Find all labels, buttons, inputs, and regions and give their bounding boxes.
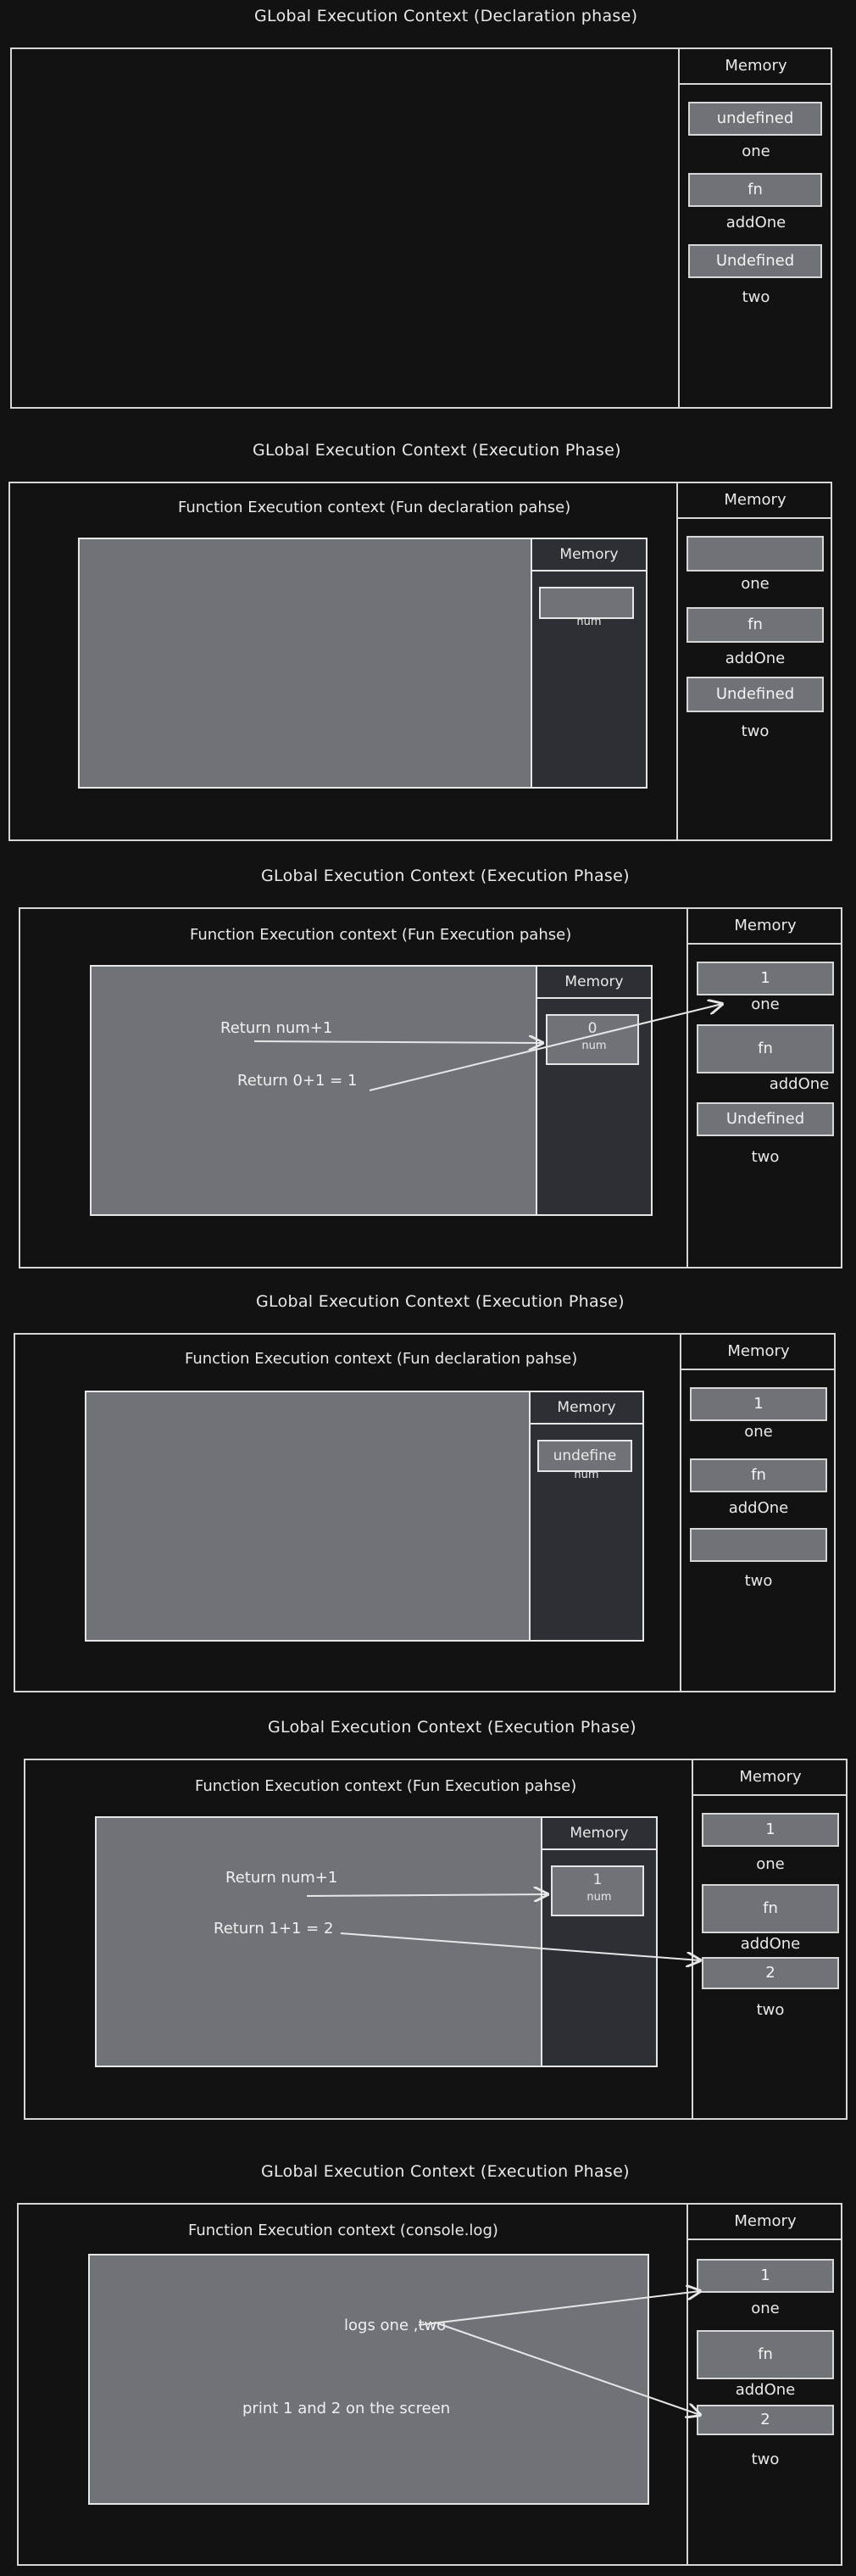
global-slot-addone: fn bbox=[686, 607, 824, 643]
function-label-num: num bbox=[581, 1040, 607, 1052]
function-context-box: Memory 1 num Return num+1 Return 1+1 = 2 bbox=[95, 1816, 658, 2067]
global-slot-one: 1 bbox=[697, 962, 834, 995]
global-memory-column: Memory 1 one fn addOne Undefined two bbox=[686, 909, 842, 1267]
return-result-note: Return 1+1 = 2 bbox=[214, 1920, 334, 1938]
global-label-two: two bbox=[741, 722, 770, 740]
global-slot-addone: fn bbox=[688, 173, 822, 207]
function-context-box: Memory num bbox=[78, 538, 648, 789]
function-context-title: Function Execution context (console.log) bbox=[188, 2222, 498, 2239]
global-memory-column: Memory one fn addOne Undefined two bbox=[676, 483, 832, 839]
function-memory-header: Memory bbox=[537, 967, 651, 999]
panel5-title: GLobal Execution Context (Execution Phas… bbox=[268, 1718, 636, 1737]
global-label-one: one bbox=[751, 2300, 780, 2317]
global-memory-header: Memory bbox=[693, 1760, 848, 1796]
global-context-frame: Function Execution context (Fun Executio… bbox=[19, 907, 842, 1268]
global-label-one: one bbox=[751, 995, 780, 1013]
function-context-box: logs one ,two print 1 and 2 on the scree… bbox=[88, 2254, 649, 2505]
function-memory-header: Memory bbox=[532, 539, 646, 572]
function-label-num: num bbox=[586, 1891, 612, 1904]
global-slot-addone: fn bbox=[697, 2330, 834, 2379]
global-slot-one: 1 bbox=[690, 1387, 827, 1421]
global-slot-addone: fn bbox=[697, 1024, 834, 1073]
function-memory-header: Memory bbox=[531, 1392, 642, 1425]
global-label-addone: addOne bbox=[735, 2381, 796, 2399]
global-context-frame: Function Execution context (Fun Executio… bbox=[24, 1759, 848, 2120]
global-slot-two: Undefined bbox=[697, 1102, 834, 1136]
global-label-addone: addOne bbox=[728, 1499, 789, 1517]
global-context-frame: Memory undefined one fn addOne Undefined… bbox=[10, 47, 832, 409]
function-memory-column: Memory undefine num bbox=[529, 1392, 642, 1640]
function-context-box: Memory undefine num bbox=[85, 1391, 644, 1642]
global-slot-two: Undefined bbox=[688, 244, 822, 278]
global-slot-one: 1 bbox=[697, 2259, 834, 2293]
global-slot-addone: fn bbox=[690, 1458, 827, 1492]
global-memory-column: Memory 1 one fn addOne 2 two bbox=[692, 1760, 848, 2118]
global-label-one: one bbox=[742, 142, 770, 160]
global-label-addone: addOne bbox=[725, 650, 786, 667]
global-slot-two: 2 bbox=[702, 1957, 839, 1989]
function-context-title: Function Execution context (Fun declarat… bbox=[185, 1350, 578, 1368]
function-context-box: Memory 0 num Return num+1 Return 0+1 = 1 bbox=[90, 965, 653, 1216]
function-slot-num: undefine bbox=[537, 1440, 632, 1472]
global-label-one: one bbox=[756, 1855, 785, 1873]
global-label-two: two bbox=[744, 1572, 773, 1590]
print-output-note: print 1 and 2 on the screen bbox=[242, 2400, 451, 2417]
function-context-title: Function Execution context (Fun Executio… bbox=[195, 1777, 577, 1795]
panel3-title: GLobal Execution Context (Execution Phas… bbox=[261, 867, 630, 885]
function-slot-num bbox=[539, 587, 634, 619]
global-slot-one: undefined bbox=[688, 102, 822, 136]
global-label-two: two bbox=[751, 1148, 780, 1166]
global-memory-header: Memory bbox=[688, 909, 842, 945]
global-label-one: one bbox=[741, 575, 770, 593]
global-memory-header: Memory bbox=[688, 2205, 842, 2240]
global-label-addone: addOne bbox=[740, 1935, 801, 1953]
global-memory-header: Memory bbox=[680, 49, 832, 85]
panel4-title: GLobal Execution Context (Execution Phas… bbox=[256, 1292, 625, 1311]
panel1-title: GLobal Execution Context (Declaration ph… bbox=[254, 7, 638, 25]
global-slot-one bbox=[686, 536, 824, 572]
panel6-title: GLobal Execution Context (Execution Phas… bbox=[261, 2162, 630, 2181]
global-label-addone: addOne bbox=[725, 214, 787, 231]
return-expression-note: Return num+1 bbox=[220, 1019, 333, 1037]
global-label-two: two bbox=[751, 2451, 780, 2468]
global-label-two: two bbox=[742, 288, 770, 306]
global-slot-two bbox=[690, 1528, 827, 1562]
global-context-frame: Function Execution context (Fun declarat… bbox=[8, 482, 832, 841]
function-memory-column: Memory 0 num bbox=[536, 967, 651, 1214]
panel2-title: GLobal Execution Context (Execution Phas… bbox=[253, 441, 621, 460]
global-slot-two: 2 bbox=[697, 2405, 834, 2435]
global-memory-column: Memory undefined one fn addOne Undefined… bbox=[678, 49, 832, 407]
global-context-frame: Function Execution context (console.log)… bbox=[17, 2203, 842, 2566]
global-slot-two: Undefined bbox=[686, 677, 824, 712]
global-memory-header: Memory bbox=[681, 1335, 836, 1370]
function-memory-column: Memory 1 num bbox=[541, 1818, 656, 2066]
global-label-two: two bbox=[756, 2001, 785, 2019]
return-expression-note: Return num+1 bbox=[225, 1869, 338, 1887]
global-slot-addone: fn bbox=[702, 1884, 839, 1933]
function-memory-column: Memory num bbox=[531, 539, 646, 787]
return-result-note: Return 0+1 = 1 bbox=[237, 1072, 358, 1090]
global-memory-header: Memory bbox=[678, 483, 832, 519]
function-label-num: num bbox=[574, 1469, 599, 1481]
log-statement-note: logs one ,two bbox=[344, 2317, 447, 2334]
function-label-num: num bbox=[576, 616, 602, 628]
global-memory-column: Memory 1 one fn addOne two bbox=[680, 1335, 836, 1691]
function-context-title: Function Execution context (Fun Executio… bbox=[190, 926, 572, 944]
function-memory-header: Memory bbox=[542, 1818, 656, 1850]
global-label-addone: addOne bbox=[769, 1075, 830, 1093]
global-label-one: one bbox=[744, 1423, 773, 1441]
global-context-frame: Function Execution context (Fun declarat… bbox=[14, 1333, 836, 1692]
global-slot-one: 1 bbox=[702, 1813, 839, 1847]
global-memory-column: Memory 1 one fn addOne 2 two bbox=[686, 2205, 842, 2564]
function-context-title: Function Execution context (Fun declarat… bbox=[178, 499, 571, 516]
